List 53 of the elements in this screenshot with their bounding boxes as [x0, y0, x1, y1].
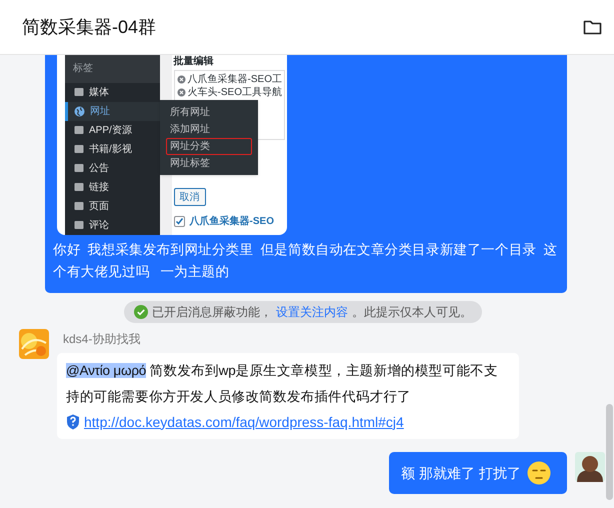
- chat-title: 简数采集器-04群: [22, 16, 156, 38]
- menu-label: 书籍/影视: [89, 142, 132, 157]
- checkbox[interactable]: [174, 216, 185, 227]
- menu-item-icon: [74, 125, 84, 136]
- scrollbar-thumb[interactable]: [606, 404, 613, 500]
- shield-question-icon: [66, 414, 80, 430]
- sidebar-header: 标签: [65, 55, 160, 83]
- avatar: [19, 329, 49, 359]
- menu-label: 媒体: [89, 86, 109, 100]
- sidebar-menu-item[interactable]: 评论: [65, 216, 160, 235]
- menu-label: 公告: [89, 162, 109, 176]
- notice-text: 已开启消息屏蔽功能，: [152, 304, 272, 321]
- sidebar-menu-item[interactable]: 网址: [65, 102, 160, 121]
- url-link[interactable]: http://doc.keydatas.com/faq/wordpress-faq.html#cj4: [84, 412, 404, 432]
- flyout-menu-item[interactable]: 网址分类: [166, 138, 252, 155]
- menu-label: 链接: [89, 180, 109, 195]
- flyout-menu-item[interactable]: 网址标签: [166, 155, 252, 172]
- avatar: [575, 452, 605, 482]
- panel-title: 批量编辑: [174, 56, 215, 68]
- message-text: 你好 我想采集发布到网址分类里 但是简数自动在文章分类目录新建了一个目录 这个有大佬见过吗 一为主题的: [52, 241, 558, 281]
- post-title-link[interactable]: 八爪鱼采集器-SEO: [190, 214, 274, 229]
- sidebar-menu-item[interactable]: 公告: [65, 158, 160, 178]
- menu-item-icon: [74, 144, 84, 154]
- message-text: @Αντίο μωρό 简数发布到wp是原生文章模型，主题新增的模型可能不支持的可能需要你方开发人员修改简数发布插件代码才行了: [66, 362, 499, 406]
- list-item-label: 火车头-SEO工具导航: [188, 86, 282, 100]
- mention-tag[interactable]: @Αντίο μωρό: [66, 363, 146, 378]
- flyout-menu-item[interactable]: 添加网址: [166, 121, 252, 138]
- check-circle-icon: [134, 305, 148, 319]
- menu-item-icon: [74, 201, 84, 212]
- flyout-menu-item[interactable]: 所有网址: [166, 104, 252, 121]
- menu-item-icon: [74, 87, 84, 98]
- sidebar-menu-item[interactable]: APP/资源: [65, 120, 160, 140]
- menu-item-icon: [74, 182, 84, 192]
- menu-label: APP/资源: [89, 124, 132, 138]
- sidebar-menu-item[interactable]: 书籍/影视: [65, 140, 160, 159]
- menu-item-icon: [74, 163, 84, 174]
- sidebar-menu-item[interactable]: 页面: [65, 196, 160, 216]
- menu-label: 评论: [89, 218, 109, 233]
- menu-item-icon: [74, 220, 84, 230]
- menu-label: 页面: [89, 200, 109, 214]
- folder-icon[interactable]: [583, 19, 602, 35]
- globe-icon: [74, 106, 85, 117]
- message-text: 额 那就难了 打扰了: [401, 464, 521, 482]
- emoji-icon: [527, 461, 551, 485]
- list-item-label: 八爪鱼采集器-SEO工: [188, 72, 282, 86]
- sender-name: kds4-协助找我: [62, 331, 142, 347]
- cancel-button[interactable]: 取消: [174, 188, 206, 206]
- menu-label: 网址: [90, 104, 110, 119]
- sidebar-menu-item[interactable]: 链接: [65, 178, 160, 197]
- remove-icon: [176, 75, 186, 84]
- notice-text: 。此提示仅本人可见。: [352, 304, 472, 321]
- sidebar-menu-item[interactable]: 媒体: [65, 82, 160, 102]
- remove-icon: [176, 88, 186, 97]
